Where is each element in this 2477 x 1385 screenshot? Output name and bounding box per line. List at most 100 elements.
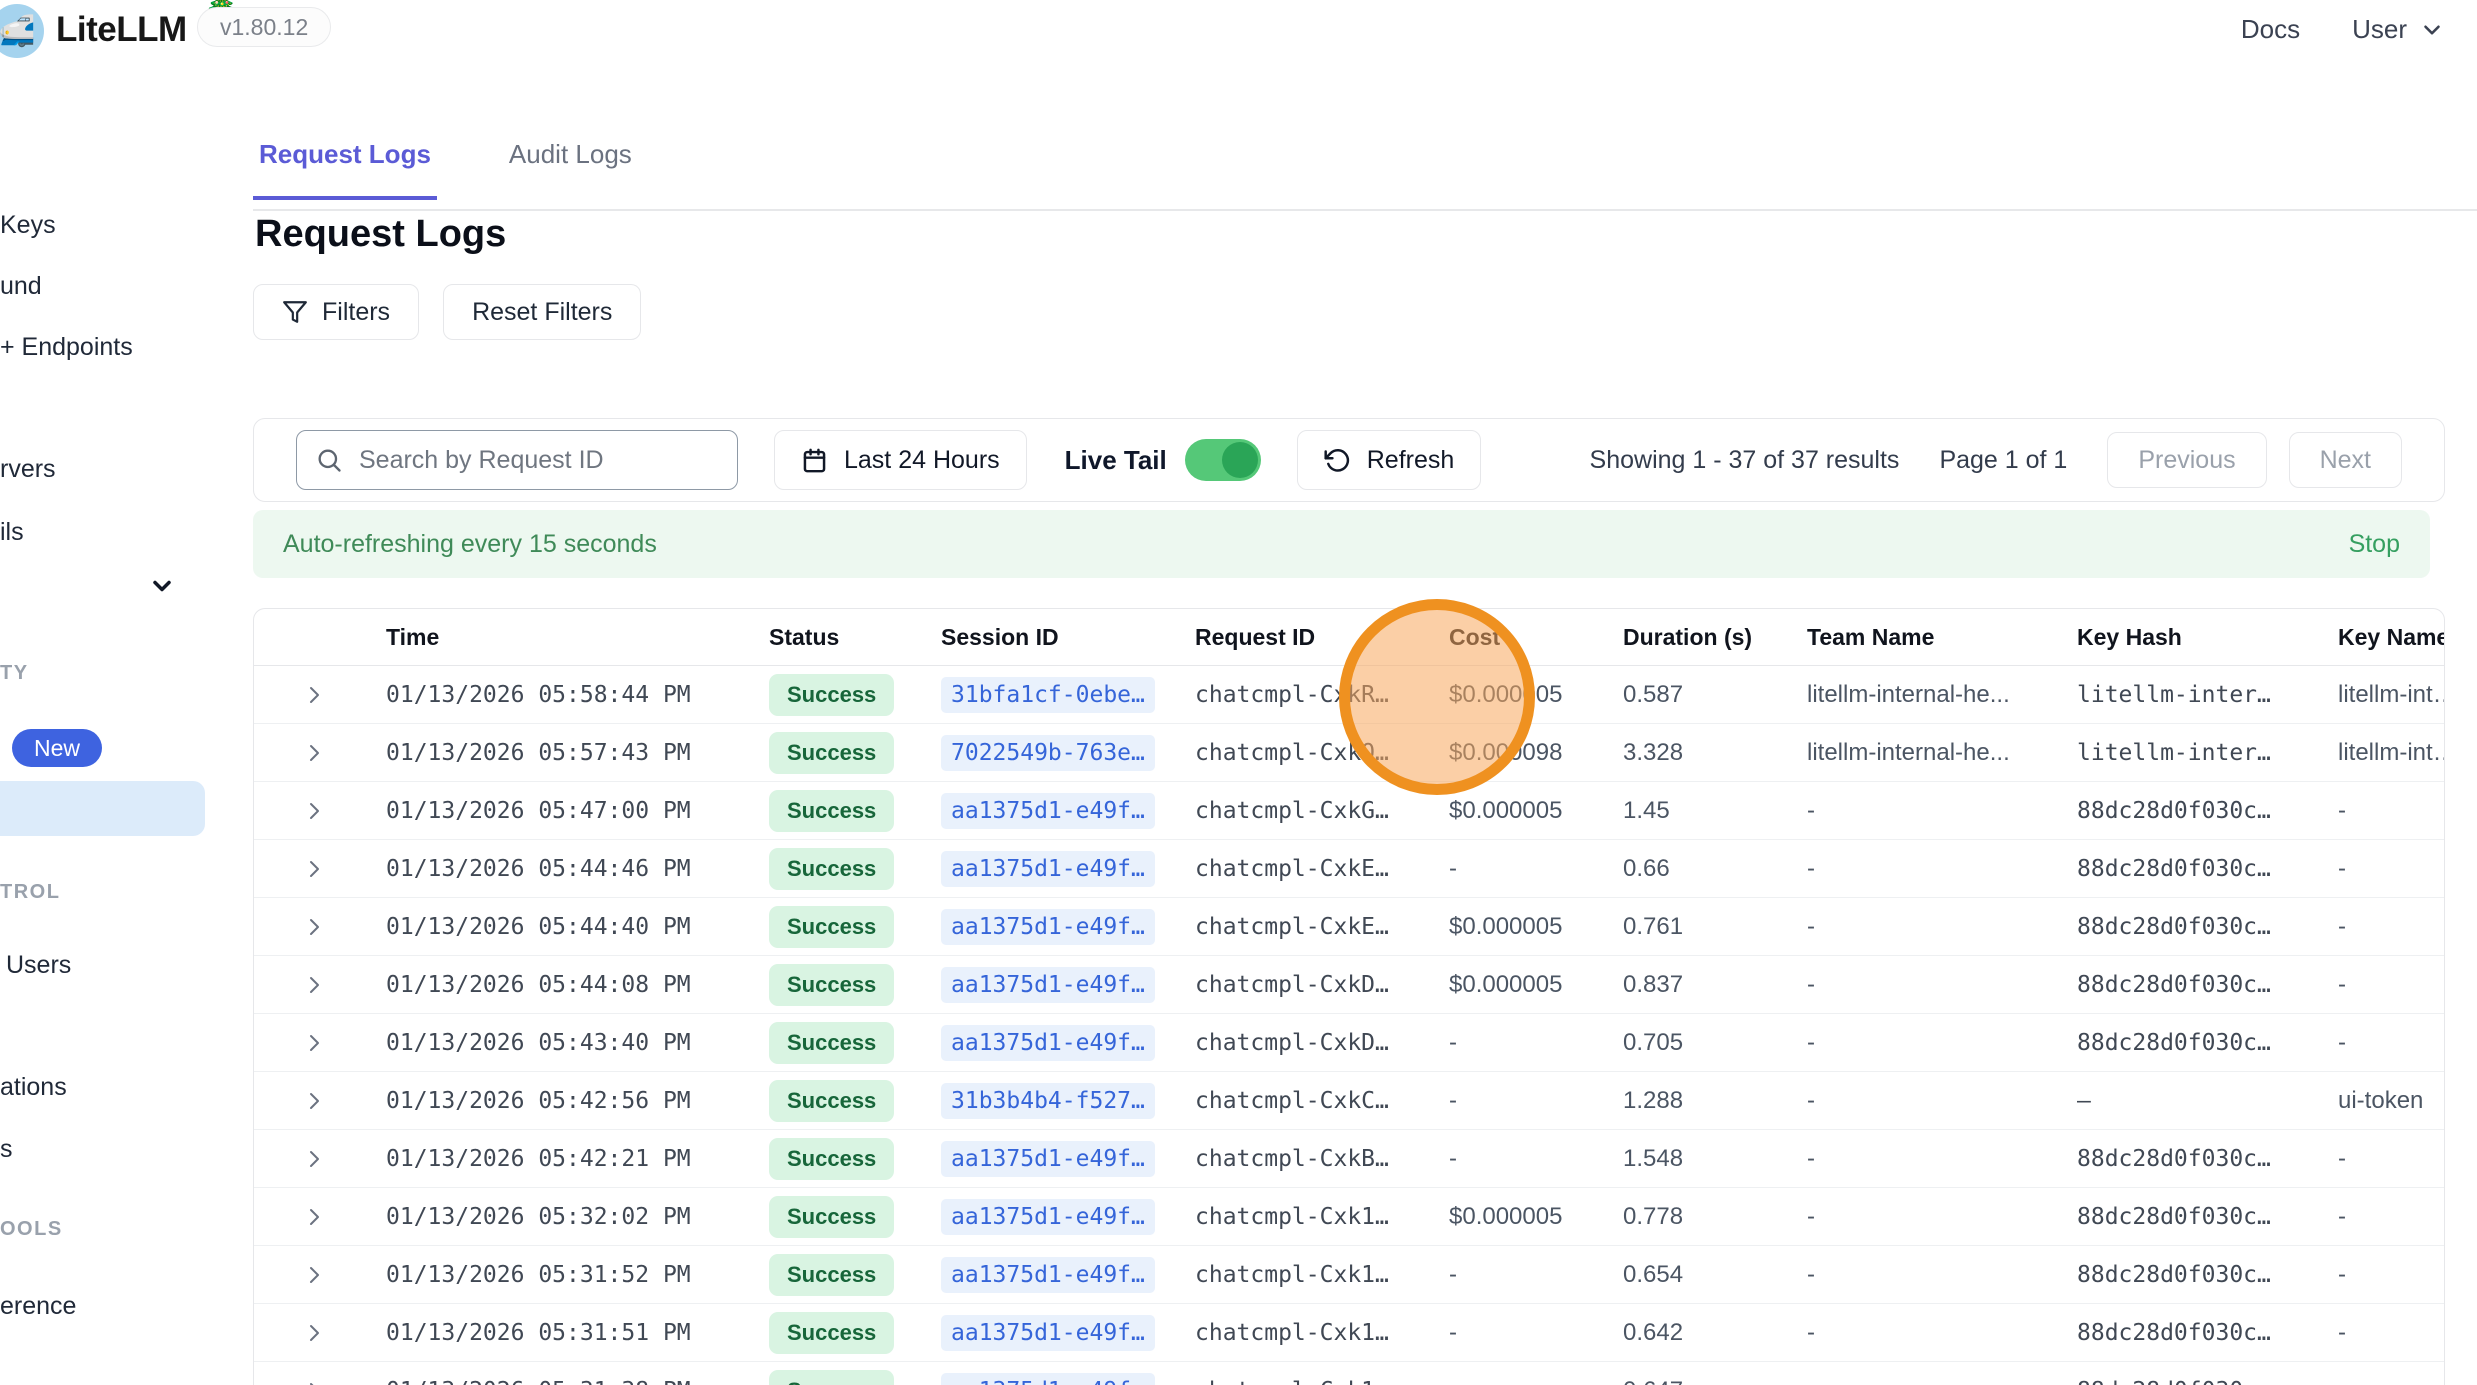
table-row[interactable]: 01/13/2026 05:44:40 PM Success aa1375d1-… [254,898,2444,956]
request-logs-table: Time Status Session ID Request ID Cost D… [253,608,2445,1385]
cell-team-name: litellm-internal-he... [1807,739,2077,767]
table-row[interactable]: 01/13/2026 05:44:08 PM Success aa1375d1-… [254,956,2444,1014]
cell-team-name: - [1807,797,2077,825]
table-row[interactable]: 01/13/2026 05:44:46 PM Success aa1375d1-… [254,840,2444,898]
sidebar-item-und[interactable]: und [0,272,42,301]
cell-key-hash: – [2077,1088,2338,1114]
sidebar-item-users[interactable]: Users [6,951,71,980]
table-row[interactable]: 01/13/2026 05:57:43 PM Success 7022549b-… [254,724,2444,782]
cell-cost: $0.000098 [1449,739,1623,767]
cell-status: Success [769,674,941,716]
session-id-link[interactable]: 31bfa1cf-0ebe… [941,677,1155,713]
cell-request-id: chatcmpl-CxkE… [1195,914,1449,940]
cell-duration: 1.45 [1623,797,1807,825]
cell-time: 01/13/2026 05:31:52 PM [386,1262,769,1288]
table-row[interactable]: 01/13/2026 05:47:00 PM Success aa1375d1-… [254,782,2444,840]
session-id-link[interactable]: aa1375d1-e49f… [941,793,1155,829]
cell-time: 01/13/2026 05:31:51 PM [386,1320,769,1346]
expand-row-chevron-icon[interactable] [254,1263,386,1287]
cell-request-id: chatcmpl-Cxk1… [1195,1378,1449,1385]
cell-cost: - [1449,1319,1623,1347]
reset-filters-button[interactable]: Reset Filters [443,284,641,340]
session-id-link[interactable]: aa1375d1-e49f… [941,1373,1155,1385]
sidebar-item-ils[interactable]: ils [0,518,24,547]
expand-row-chevron-icon[interactable] [254,799,386,823]
session-id-link[interactable]: aa1375d1-e49f… [941,967,1155,1003]
cell-team-name: - [1807,913,2077,941]
cell-duration: 1.548 [1623,1145,1807,1173]
expand-row-chevron-icon[interactable] [254,973,386,997]
table-header-row: Time Status Session ID Request ID Cost D… [254,609,2444,666]
sidebar-item-rvers[interactable]: rvers [0,455,56,484]
refresh-icon [1324,447,1351,474]
cell-cost: - [1449,1087,1623,1115]
session-id-link[interactable]: aa1375d1-e49f… [941,851,1155,887]
cell-request-id: chatcmpl-CxkD… [1195,1030,1449,1056]
cell-status: Success [769,732,941,774]
table-row[interactable]: 01/13/2026 05:31:38 PM Success aa1375d1-… [254,1362,2444,1385]
expand-row-chevron-icon[interactable] [254,1379,386,1385]
table-row[interactable]: 01/13/2026 05:31:51 PM Success aa1375d1-… [254,1304,2444,1362]
session-id-link[interactable]: aa1375d1-e49f… [941,909,1155,945]
sidebar-item-erence[interactable]: erence [0,1292,76,1321]
cell-key-hash: 88dc28d0f030c… [2077,1204,2338,1230]
cell-status: Success [769,790,941,832]
table-row[interactable]: 01/13/2026 05:42:21 PM Success aa1375d1-… [254,1130,2444,1188]
train-emoji: 🚅 [0,14,36,49]
session-id-link[interactable]: aa1375d1-e49f… [941,1257,1155,1293]
session-id-link[interactable]: 31b3b4b4-f527… [941,1083,1155,1119]
status-badge: Success [769,790,894,832]
cell-status: Success [769,1138,941,1180]
user-menu[interactable]: User [2352,14,2445,45]
expand-row-chevron-icon[interactable] [254,1205,386,1229]
cell-duration: 0.837 [1623,971,1807,999]
cell-key-hash: litellm-inter… [2077,682,2338,708]
sidebar-collapse-chevron[interactable] [148,572,176,600]
col-key-name: Key Name [2338,624,2444,651]
sidebar-new-badge[interactable]: New [12,729,102,767]
table-row[interactable]: 01/13/2026 05:32:02 PM Success aa1375d1-… [254,1188,2444,1246]
cell-key-name: ui-token [2338,1087,2444,1115]
expand-row-chevron-icon[interactable] [254,1089,386,1113]
table-row[interactable]: 01/13/2026 05:58:44 PM Success 31bfa1cf-… [254,666,2444,724]
funnel-icon [282,299,308,325]
session-id-link[interactable]: 7022549b-763e… [941,735,1155,771]
cell-duration: 0.587 [1623,681,1807,709]
session-id-link[interactable]: aa1375d1-e49f… [941,1199,1155,1235]
expand-row-chevron-icon[interactable] [254,1031,386,1055]
previous-page-button[interactable]: Previous [2107,432,2266,488]
cell-key-hash: 88dc28d0f030c… [2077,856,2338,882]
live-tail-toggle[interactable] [1185,439,1261,481]
expand-row-chevron-icon[interactable] [254,1321,386,1345]
cell-time: 01/13/2026 05:32:02 PM [386,1204,769,1230]
sidebar-item-keys[interactable]: Keys [0,211,56,240]
stop-auto-refresh-link[interactable]: Stop [2349,530,2400,559]
filters-button[interactable]: Filters [253,284,419,340]
table-row[interactable]: 01/13/2026 05:42:56 PM Success 31b3b4b4-… [254,1072,2444,1130]
session-id-link[interactable]: aa1375d1-e49f… [941,1315,1155,1351]
session-id-link[interactable]: aa1375d1-e49f… [941,1141,1155,1177]
sidebar-item-endpoints[interactable]: + Endpoints [0,333,133,362]
cell-duration: 0.778 [1623,1203,1807,1231]
sidebar-item-ations[interactable]: ations [0,1073,67,1102]
tab-audit-logs[interactable]: Audit Logs [503,139,638,200]
refresh-button[interactable]: Refresh [1297,430,1482,490]
time-range-button[interactable]: Last 24 Hours [774,430,1027,490]
expand-row-chevron-icon[interactable] [254,857,386,881]
expand-row-chevron-icon[interactable] [254,683,386,707]
expand-row-chevron-icon[interactable] [254,1147,386,1171]
expand-row-chevron-icon[interactable] [254,915,386,939]
table-row[interactable]: 01/13/2026 05:31:52 PM Success aa1375d1-… [254,1246,2444,1304]
search-input[interactable] [359,446,719,475]
status-badge: Success [769,732,894,774]
session-id-link[interactable]: aa1375d1-e49f… [941,1025,1155,1061]
expand-row-chevron-icon[interactable] [254,741,386,765]
next-page-button[interactable]: Next [2289,432,2402,488]
table-row[interactable]: 01/13/2026 05:43:40 PM Success aa1375d1-… [254,1014,2444,1072]
sidebar-item-s[interactable]: s [0,1135,13,1164]
docs-link[interactable]: Docs [2241,14,2300,45]
status-badge: Success [769,1312,894,1354]
cell-session-id: aa1375d1-e49f… [941,909,1195,945]
tab-request-logs[interactable]: Request Logs [253,139,437,200]
cell-status: Success [769,964,941,1006]
